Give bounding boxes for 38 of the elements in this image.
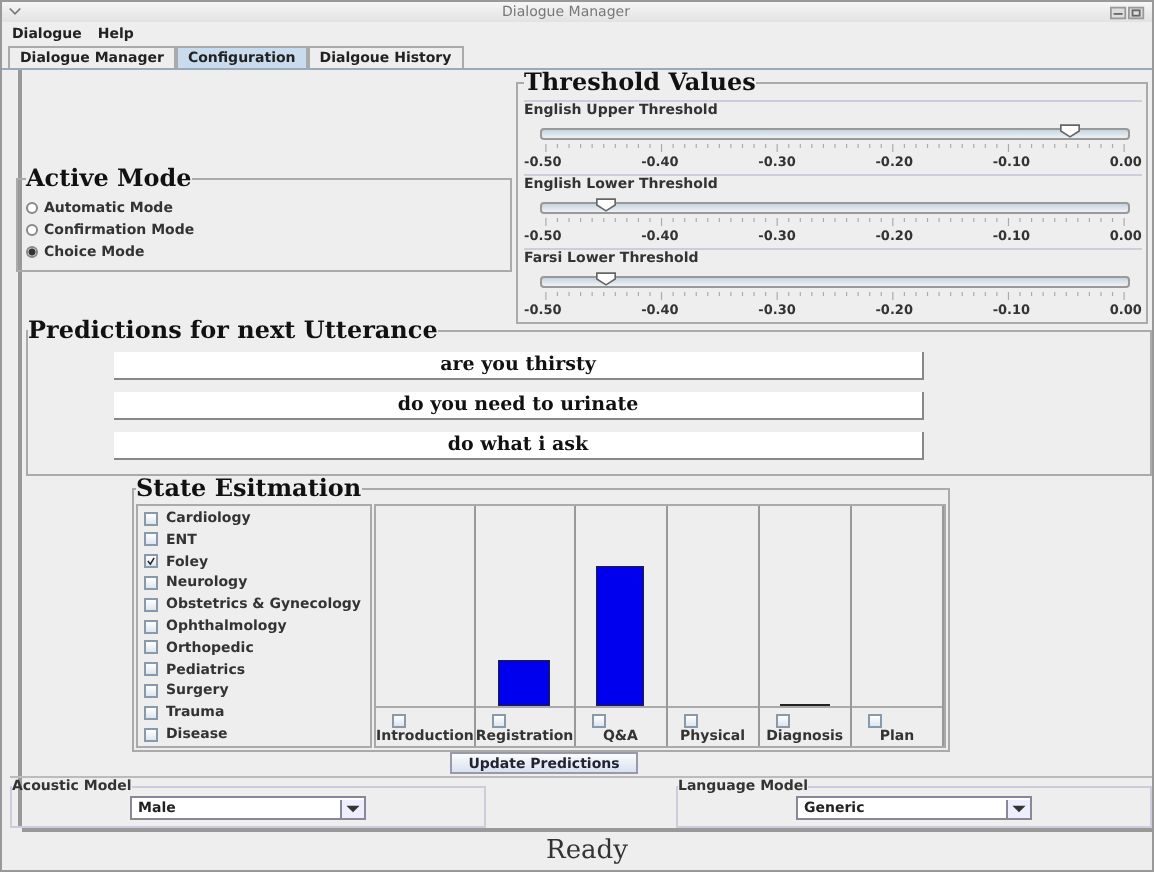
checkbox[interactable]	[144, 597, 158, 612]
prediction-button[interactable]: are you thirsty	[114, 352, 924, 380]
checkbox[interactable]	[144, 705, 158, 720]
radio-button[interactable]	[26, 245, 38, 257]
checkbox[interactable]	[867, 714, 882, 729]
radio-button[interactable]	[26, 201, 38, 213]
section-title: Predictions for next Utterance	[28, 318, 438, 344]
section-title: Active Mode	[26, 166, 192, 192]
checkbox[interactable]	[144, 619, 158, 634]
checkbox[interactable]	[144, 532, 158, 547]
window-menu-icon[interactable]	[8, 6, 22, 18]
prediction-button[interactable]: do what i ask	[114, 432, 924, 460]
checkbox[interactable]	[144, 511, 158, 526]
checkbox[interactable]	[144, 683, 158, 698]
slider-track[interactable]	[540, 202, 1130, 214]
section-title: State Esitmation	[136, 476, 362, 503]
slider-track[interactable]	[540, 128, 1130, 140]
checkbox[interactable]	[144, 662, 158, 677]
checkbox[interactable]	[591, 714, 606, 729]
checkbox[interactable]	[144, 554, 158, 569]
slider-thumb[interactable]	[596, 198, 617, 212]
prediction-button[interactable]: do you need to urinate	[114, 392, 924, 420]
slider-track[interactable]	[540, 276, 1130, 288]
dropdown-arrow-icon[interactable]	[1006, 799, 1030, 817]
slider-thumb[interactable]	[1059, 124, 1080, 138]
checkbox[interactable]	[144, 640, 158, 655]
status-bar: Ready	[22, 828, 1152, 870]
radio-button[interactable]	[26, 223, 38, 235]
section-title: Threshold Values	[524, 70, 756, 96]
checkbox[interactable]	[144, 575, 158, 590]
dropdown-arrow-icon[interactable]	[340, 799, 364, 817]
slider-thumb[interactable]	[596, 272, 617, 286]
checkbox[interactable]	[491, 714, 506, 729]
checkbox[interactable]	[683, 714, 698, 729]
window-controls-icon[interactable]	[1109, 5, 1146, 19]
checkbox[interactable]	[144, 727, 158, 742]
checkbox[interactable]	[775, 714, 790, 729]
checkbox[interactable]	[392, 714, 406, 729]
